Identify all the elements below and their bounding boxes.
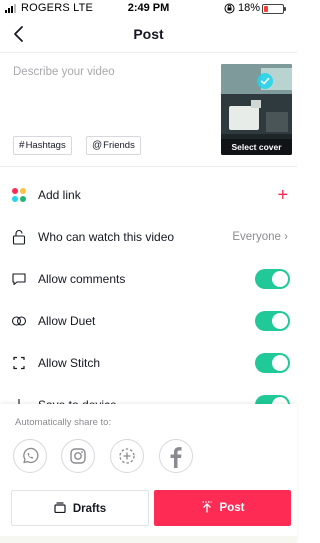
post-button[interactable]: Post bbox=[154, 490, 291, 526]
drafts-icon bbox=[54, 502, 66, 514]
add-link-row[interactable]: Add link + bbox=[0, 174, 297, 216]
nav-bar: Post bbox=[0, 18, 297, 53]
allow-comments-label: Allow comments bbox=[38, 272, 126, 286]
drafts-label: Drafts bbox=[72, 503, 107, 515]
share-label: Automatically share to: bbox=[15, 417, 112, 428]
more-share-button[interactable] bbox=[110, 439, 144, 473]
status-bar: ROGERS LTE 2:49 PM 18% bbox=[0, 0, 297, 18]
orientation-lock-icon bbox=[224, 3, 235, 14]
cover-thumbnail[interactable]: Select cover bbox=[221, 64, 292, 155]
page-title: Post bbox=[133, 26, 164, 42]
comment-icon bbox=[12, 273, 26, 286]
instagram-icon bbox=[70, 448, 86, 464]
friends-button[interactable]: @Friends bbox=[86, 136, 141, 155]
allow-stitch-label: Allow Stitch bbox=[38, 356, 101, 370]
whatsapp-share-button[interactable] bbox=[13, 439, 47, 473]
more-share-icon bbox=[119, 448, 135, 464]
facebook-icon bbox=[170, 447, 182, 468]
hash-icon: # bbox=[19, 140, 25, 151]
allow-stitch-row: Allow Stitch bbox=[0, 342, 297, 384]
home-indicator-area bbox=[0, 536, 297, 543]
add-link-label: Add link bbox=[38, 188, 81, 202]
select-cover-label: Select cover bbox=[221, 139, 292, 155]
duet-icon bbox=[11, 316, 27, 326]
whatsapp-icon bbox=[23, 447, 39, 464]
stitch-icon bbox=[13, 356, 25, 370]
share-panel: Automatically share to: Drafts Post bbox=[0, 404, 297, 543]
selected-check-icon bbox=[257, 73, 273, 89]
post-label: Post bbox=[219, 502, 245, 514]
drafts-button[interactable]: Drafts bbox=[11, 490, 149, 526]
plus-icon[interactable]: + bbox=[277, 185, 288, 206]
chevron-right-icon: › bbox=[284, 231, 288, 243]
allow-duet-row: Allow Duet bbox=[0, 300, 297, 342]
at-icon: @ bbox=[92, 140, 103, 151]
upload-arrow-icon bbox=[202, 501, 212, 513]
privacy-label: Who can watch this video bbox=[38, 230, 175, 244]
allow-duet-label: Allow Duet bbox=[38, 314, 96, 328]
battery-percent: 18% bbox=[238, 2, 261, 14]
allow-duet-toggle[interactable] bbox=[255, 311, 290, 331]
privacy-value: Everyone › bbox=[232, 231, 288, 243]
allow-comments-row: Allow comments bbox=[0, 258, 297, 300]
friends-label: Friends bbox=[103, 140, 135, 151]
allow-stitch-toggle[interactable] bbox=[255, 353, 290, 373]
hashtags-label: Hashtags bbox=[25, 140, 66, 151]
allow-comments-toggle[interactable] bbox=[255, 269, 290, 289]
facebook-share-button[interactable] bbox=[159, 439, 193, 473]
privacy-row[interactable]: Who can watch this video Everyone › bbox=[0, 216, 297, 258]
caption-input[interactable]: Describe your video bbox=[13, 66, 115, 78]
add-link-dots-icon bbox=[12, 188, 26, 202]
lock-icon bbox=[12, 230, 26, 245]
divider bbox=[0, 166, 297, 167]
instagram-share-button[interactable] bbox=[61, 439, 95, 473]
hashtags-button[interactable]: #Hashtags bbox=[13, 136, 72, 155]
battery-icon bbox=[262, 4, 286, 14]
